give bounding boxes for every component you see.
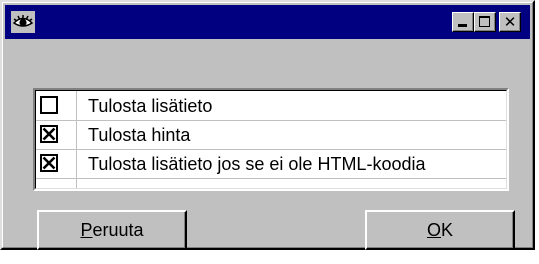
options-list[interactable]: Tulosta lisätieto Tulosta hinta Tulosta … (33, 88, 509, 191)
empty-list-area (36, 178, 506, 188)
checkbox-print-price[interactable] (40, 125, 58, 143)
maximize-icon (479, 16, 490, 27)
options-list-frame: Tulosta lisätieto Tulosta hinta Tulosta … (35, 90, 507, 189)
dialog-window: ✕ Tulosta lisätieto Tulosta hinta Tulost… (0, 0, 535, 250)
close-icon: ✕ (503, 13, 517, 31)
checkbox-cell (36, 149, 77, 178)
checkbox-cell (36, 91, 77, 120)
option-row-print-price[interactable]: Tulosta hinta (36, 120, 506, 150)
empty-cell (36, 178, 77, 188)
option-row-print-extra-info-if-not-html[interactable]: Tulosta lisätieto jos se ei ole HTML-koo… (36, 149, 506, 179)
checkbox-print-extra-info-if-not-html[interactable] (40, 154, 58, 172)
option-label: Tulosta lisätieto (88, 96, 213, 116)
cancel-button[interactable]: Peruuta (37, 210, 187, 250)
close-button[interactable]: ✕ (499, 12, 521, 32)
option-row-print-extra-info[interactable]: Tulosta lisätieto (36, 91, 506, 121)
ok-mnemonic: O (426, 219, 441, 240)
cancel-label: eruuta (92, 219, 144, 240)
ok-label: K (441, 219, 454, 240)
ok-button[interactable]: OK (365, 210, 515, 250)
minimize-button[interactable] (452, 12, 474, 32)
cancel-mnemonic: P (80, 219, 93, 240)
option-label: Tulosta lisätieto jos se ei ole HTML-koo… (88, 154, 426, 174)
checkbox-cell (36, 120, 77, 149)
check-mark-icon (42, 156, 56, 170)
eye-icon[interactable] (11, 11, 35, 33)
minimize-icon (458, 24, 467, 27)
check-mark-icon (42, 127, 56, 141)
dialog-frame: ✕ Tulosta lisätieto Tulosta hinta Tulost… (2, 2, 533, 250)
maximize-button[interactable] (474, 12, 496, 32)
title-bar[interactable]: ✕ (5, 5, 530, 39)
checkbox-print-extra-info[interactable] (40, 96, 58, 114)
option-label: Tulosta hinta (88, 125, 191, 145)
